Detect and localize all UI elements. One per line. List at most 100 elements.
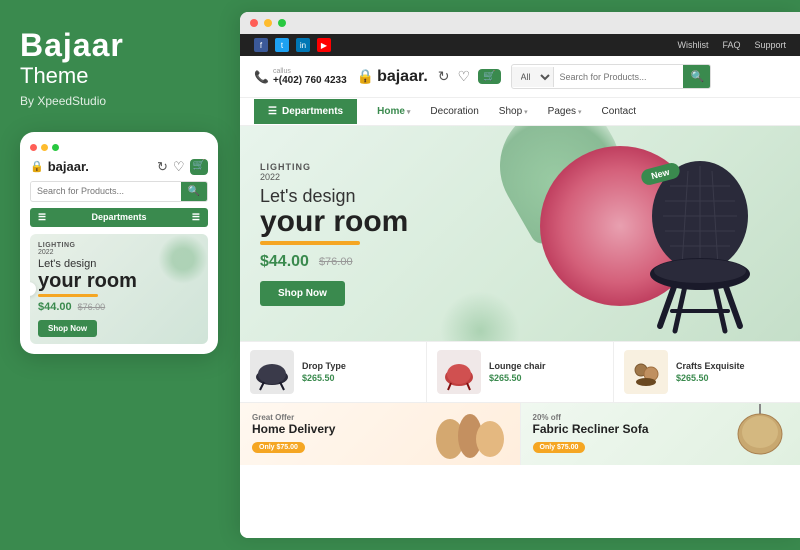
mobile-search-bar: 🔍 — [30, 181, 208, 202]
hero-heading1: Let's design — [260, 186, 408, 207]
search-category-select[interactable]: All — [512, 67, 554, 87]
header-search-area: All 🔍 — [511, 64, 711, 89]
product-image-1 — [250, 350, 294, 394]
promo-row: Great Offer Home Delivery Only $75.00 20… — [240, 402, 800, 465]
hero-banner: New LIGHTING 2022 Let's design your room… — [240, 126, 800, 341]
left-panel: Bajaar Theme By XpeedStudio 🔒 bajaar. ↻ … — [0, 0, 240, 550]
mobile-price-row: $44.00 $76.00 — [38, 301, 200, 313]
hero-underline — [260, 241, 360, 245]
product-image-3 — [624, 350, 668, 394]
mobile-banner: LIGHTING 2022 Let's design your room $44… — [30, 234, 208, 344]
cart-icon[interactable]: 🛒 — [478, 69, 500, 84]
hero-leaf2-decoration — [440, 291, 520, 341]
site-topbar: f t in ▶ Wishlist FAQ Support — [240, 34, 800, 56]
promo-image-1 — [420, 403, 520, 465]
brand-subtitle: Theme — [20, 63, 220, 89]
nav-contact-link[interactable]: Contact — [592, 98, 646, 125]
mobile-search-button[interactable]: 🔍 — [181, 182, 207, 201]
product-name-3: Crafts Exquisite — [676, 361, 790, 371]
mobile-header-icons: ↻ ♡ 🛒 — [157, 159, 208, 175]
header-search-input[interactable] — [554, 68, 683, 86]
phone-icon: 📞 — [254, 70, 269, 84]
browser-dot-yellow — [264, 19, 272, 27]
product-info-2: Lounge chair $265.50 — [489, 361, 603, 383]
mobile-logo: 🔒 bajaar. — [30, 159, 89, 174]
promo-card-2[interactable]: 20% off Fabric Recliner Sofa Only $75.00 — [521, 403, 800, 465]
site-logo: 🔒 bajaar. — [357, 68, 428, 86]
topbar-wishlist-link[interactable]: Wishlist — [677, 40, 708, 50]
browser-dot-red — [250, 19, 258, 27]
browser-content: f t in ▶ Wishlist FAQ Support 📞 callus +… — [240, 34, 800, 538]
nav-shop-link[interactable]: Shop▾ — [489, 98, 538, 125]
mobile-cart-icon[interactable]: 🛒 — [190, 159, 208, 175]
topbar-faq-link[interactable]: FAQ — [722, 40, 740, 50]
refresh-icon[interactable]: ↻ — [438, 68, 450, 85]
header-search-button[interactable]: 🔍 — [683, 65, 711, 88]
hero-tag: LIGHTING — [260, 162, 408, 172]
mobile-dot-red — [30, 144, 37, 151]
social-icons-group: f t in ▶ — [254, 38, 331, 52]
browser-chrome — [240, 12, 800, 34]
product-card-2[interactable]: Lounge chair $265.50 — [427, 342, 614, 402]
mobile-wishlist-icon[interactable]: ♡ — [173, 159, 185, 175]
browser-dot-green — [278, 19, 286, 27]
hamburger-icon: ☰ — [38, 212, 46, 223]
site-navigation: ☰ Departments Home▾ Decoration Shop▾ Pag… — [240, 98, 800, 126]
product-card-3[interactable]: Crafts Exquisite $265.50 — [614, 342, 800, 402]
nav-links-group: Home▾ Decoration Shop▾ Pages▾ Contact — [367, 98, 786, 125]
facebook-icon[interactable]: f — [254, 38, 268, 52]
mobile-dot-green — [52, 144, 59, 151]
dept-hamburger-icon: ☰ — [268, 106, 277, 117]
product-info-1: Drop Type $265.50 — [302, 361, 416, 383]
nav-home-link[interactable]: Home▾ — [367, 98, 420, 125]
mobile-banner-decoration — [158, 234, 208, 284]
product-name-1: Drop Type — [302, 361, 416, 371]
nav-decoration-link[interactable]: Decoration — [420, 98, 488, 125]
mobile-nav-arrow[interactable]: ‹ — [30, 282, 36, 296]
product-cards-row: Drop Type $265.50 Lounge chair $265.50 — [240, 341, 800, 402]
mobile-logo-text: bajaar. — [48, 159, 89, 174]
departments-label: Departments — [282, 106, 343, 117]
mobile-shop-button[interactable]: Shop Now — [38, 320, 97, 337]
product-card-1[interactable]: Drop Type $265.50 — [240, 342, 427, 402]
departments-button[interactable]: ☰ Departments — [254, 99, 357, 124]
nav-pages-link[interactable]: Pages▾ — [538, 98, 592, 125]
product-name-2: Lounge chair — [489, 361, 603, 371]
hero-price-old: $76.00 — [319, 256, 353, 268]
logo-text: bajaar. — [377, 68, 428, 86]
mobile-departments-label: Departments — [91, 212, 146, 222]
mobile-price-old: $76.00 — [78, 302, 106, 312]
product-info-3: Crafts Exquisite $265.50 — [676, 361, 790, 383]
twitter-icon[interactable]: t — [275, 38, 289, 52]
brand-title: Bajaar — [20, 28, 220, 63]
promo-card-1[interactable]: Great Offer Home Delivery Only $75.00 — [240, 403, 521, 465]
hero-text-area: LIGHTING 2022 Let's design your room $44… — [240, 142, 428, 326]
hero-year: 2022 — [260, 172, 408, 182]
mobile-dot-yellow — [41, 144, 48, 151]
phone-area: 📞 callus +(402) 760 4233 — [254, 68, 347, 86]
mobile-refresh-icon[interactable]: ↻ — [157, 159, 168, 175]
topbar-links-group: Wishlist FAQ Support — [677, 40, 786, 50]
mobile-mockup: 🔒 bajaar. ↻ ♡ 🛒 🔍 ☰ Departments ☰ LIGHTI… — [20, 132, 218, 354]
browser-window: f t in ▶ Wishlist FAQ Support 📞 callus +… — [240, 12, 800, 538]
youtube-icon[interactable]: ▶ — [317, 38, 331, 52]
hero-shop-button[interactable]: Shop Now — [260, 281, 345, 306]
wishlist-icon[interactable]: ♡ — [458, 68, 471, 85]
hero-heading2: your room — [260, 207, 408, 237]
header-icon-group: ↻ ♡ 🛒 — [438, 68, 501, 85]
mobile-lock-icon: 🔒 — [30, 160, 44, 173]
topbar-support-link[interactable]: Support — [754, 40, 786, 50]
hero-price-row: $44.00 $76.00 — [260, 253, 408, 271]
mobile-search-input[interactable] — [31, 182, 181, 200]
mobile-price-main: $44.00 — [38, 301, 72, 313]
product-image-2 — [437, 350, 481, 394]
mobile-departments-bar[interactable]: ☰ Departments ☰ — [30, 208, 208, 227]
promo-badge-1: Only $75.00 — [252, 442, 305, 453]
promo-badge-2: Only $75.00 — [533, 442, 586, 453]
linkedin-icon[interactable]: in — [296, 38, 310, 52]
mobile-header: 🔒 bajaar. ↻ ♡ 🛒 — [30, 159, 208, 175]
site-header: 📞 callus +(402) 760 4233 🔒 bajaar. ↻ ♡ 🛒… — [240, 56, 800, 98]
phone-number: +(402) 760 4233 — [273, 75, 347, 86]
product-price-1: $265.50 — [302, 373, 416, 383]
brand-by: By XpeedStudio — [20, 94, 220, 108]
